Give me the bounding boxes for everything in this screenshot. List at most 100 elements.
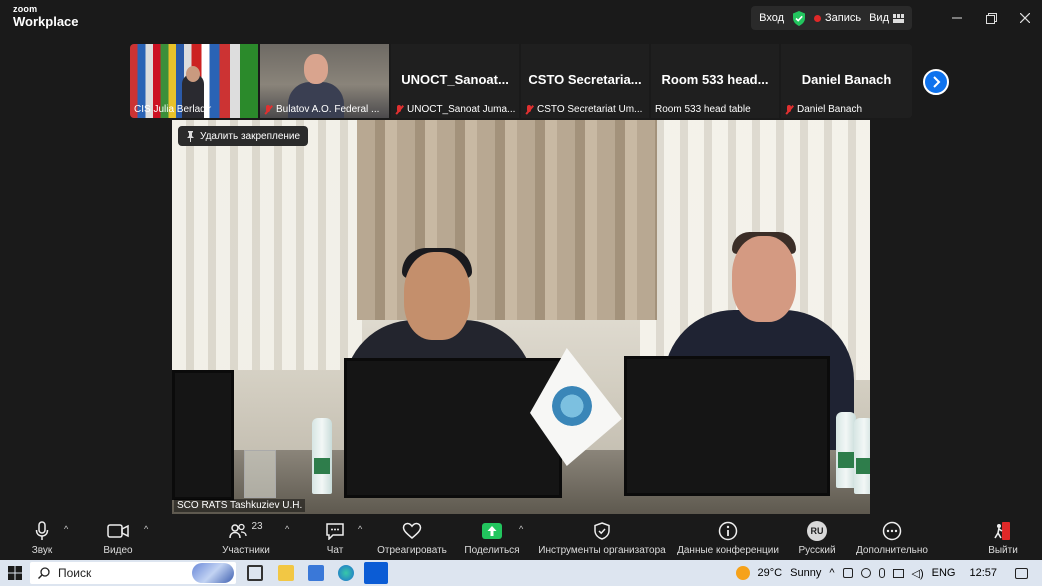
signin-button[interactable]: Вход <box>759 12 784 24</box>
record-dot-icon <box>814 14 821 22</box>
tray-volume-icon[interactable]: ◁) <box>912 567 924 580</box>
close-button[interactable] <box>1008 0 1042 36</box>
mic-muted-icon <box>395 104 404 115</box>
view-label: Вид <box>869 12 889 24</box>
tray-network-icon[interactable] <box>860 568 871 578</box>
tray-camera-icon[interactable] <box>842 568 853 578</box>
close-icon <box>1020 13 1030 23</box>
temperature[interactable]: 29°C <box>758 567 783 579</box>
minimize-button[interactable] <box>940 0 974 36</box>
more-icon <box>882 521 902 541</box>
notifications-icon[interactable] <box>1015 567 1028 579</box>
share-options-caret-icon[interactable]: ^ <box>519 524 523 534</box>
react-button[interactable]: Отреагировать <box>367 520 457 556</box>
title-bar: zoom Workplace Вход Запись Вид <box>0 0 1042 36</box>
zoom-taskbar-icon[interactable] <box>364 562 388 584</box>
participants-options-caret-icon[interactable]: ^ <box>285 524 289 534</box>
chat-label: Чат <box>326 545 344 556</box>
view-button[interactable]: Вид <box>869 12 904 24</box>
participants-button[interactable]: 23 Участники <box>201 520 291 557</box>
unpin-button[interactable]: Удалить закрепление <box>178 126 309 146</box>
participant-face <box>186 66 200 82</box>
restore-button[interactable] <box>974 0 1008 36</box>
record-indicator[interactable]: Запись <box>814 12 861 24</box>
weather-text[interactable]: Sunny <box>790 567 821 579</box>
participant-tile[interactable]: Daniel Banach Daniel Banach <box>781 44 912 118</box>
participant-tile[interactable]: CSTO Secretaria... CSTO Secretariat Um..… <box>521 44 651 118</box>
participant-face <box>304 54 328 84</box>
participant-tile[interactable]: Bulatov A.O. Federal ... <box>260 44 391 118</box>
search-highlight-image <box>192 563 234 583</box>
search-placeholder: Поиск <box>58 566 92 580</box>
participant-caption: UNOCT_Sanoat Juma... <box>395 104 515 115</box>
attendee-face <box>732 236 796 322</box>
participant-name: Daniel Banach <box>797 104 863 115</box>
heart-icon <box>402 522 422 539</box>
windows-start-icon[interactable] <box>8 566 22 580</box>
meeting-info-button[interactable]: Данные конференции <box>673 520 783 556</box>
participants-count: 23 <box>251 520 263 532</box>
task-view-icon[interactable] <box>247 565 263 581</box>
leave-label: Выйти <box>988 545 1018 556</box>
info-icon <box>718 521 738 541</box>
participant-display-name: UNOCT_Sanoat... <box>401 72 509 87</box>
tray-mic-icon[interactable] <box>878 568 885 578</box>
language-badge: RU <box>807 521 827 541</box>
participant-tile[interactable]: CIS Julia Berladir <box>130 44 260 118</box>
video-options-caret-icon[interactable]: ^ <box>144 524 148 534</box>
participant-caption: Bulatov A.O. Federal ... <box>264 104 379 115</box>
sco-emblem <box>552 386 592 426</box>
language-label: Русский <box>798 545 836 556</box>
curtain-left <box>172 120 362 370</box>
meeting-toolbar: Звук ^ Видео ^ 23 Участники ^ Чат ^ Отре… <box>0 516 1042 560</box>
more-label: Дополнительно <box>856 545 928 556</box>
share-label: Поделиться <box>464 545 520 556</box>
search-icon <box>38 567 50 579</box>
participant-name: Bulatov A.O. Federal ... <box>276 104 380 115</box>
participants-label: Участники <box>222 545 270 556</box>
participant-display-name: Room 533 head... <box>661 72 769 87</box>
tray-chevron-icon[interactable]: ^ <box>829 567 834 579</box>
water-bottle <box>312 418 332 494</box>
meeting-info-label: Данные конференции <box>677 545 779 556</box>
file-explorer-icon[interactable] <box>278 565 294 581</box>
video-label: Видео <box>103 545 133 556</box>
record-label: Запись <box>825 12 862 24</box>
participant-name: CIS Julia Berladir <box>134 104 212 115</box>
audio-options-caret-icon[interactable]: ^ <box>64 524 68 534</box>
tray-clock[interactable]: 12:57 <box>969 567 997 579</box>
store-icon[interactable] <box>308 565 324 581</box>
react-label: Отреагировать <box>377 545 447 556</box>
mic-muted-icon <box>525 104 534 115</box>
grid-view-icon <box>893 13 904 23</box>
video-button[interactable]: Видео <box>73 520 163 556</box>
speaker-face <box>404 252 470 340</box>
video-camera-icon <box>107 524 129 538</box>
leave-button[interactable]: Выйти <box>973 520 1033 556</box>
chat-icon <box>326 523 344 540</box>
shield-check-icon[interactable] <box>792 10 806 26</box>
participant-caption: CSTO Secretariat Um... <box>525 104 642 115</box>
gallery-next-button[interactable] <box>923 69 949 95</box>
chat-options-caret-icon[interactable]: ^ <box>358 524 362 534</box>
more-button[interactable]: Дополнительно <box>847 520 937 556</box>
participant-name: CSTO Secretariat Um... <box>537 104 643 115</box>
participant-tile[interactable]: UNOCT_Sanoat... UNOCT_Sanoat Juma... <box>391 44 521 118</box>
share-button[interactable]: Поделиться <box>447 520 537 556</box>
minimize-icon <box>952 17 962 19</box>
participant-tile[interactable]: Room 533 head... Room 533 head table <box>651 44 781 118</box>
main-video[interactable]: SCO RATS Tashkuziev U.H. <box>172 120 870 514</box>
participant-display-name: Daniel Banach <box>801 72 892 87</box>
tray-language[interactable]: ENG <box>932 567 956 579</box>
tray-display-icon[interactable] <box>892 568 904 578</box>
water-bottle <box>836 412 856 488</box>
host-tools-label: Инструменты организатора <box>538 545 666 556</box>
windows-taskbar: Поиск 29°C Sunny ^ ◁) ENG 12:57 <box>0 560 1042 586</box>
chevron-right-icon <box>933 76 941 88</box>
system-tray: 29°C Sunny ^ ◁) ENG 12:57 <box>735 560 1042 586</box>
pin-icon <box>187 130 194 142</box>
participant-name: Room 533 head table <box>655 104 751 115</box>
host-tools-button[interactable]: Инструменты организатора <box>532 520 672 556</box>
edge-icon[interactable] <box>338 565 354 581</box>
taskbar-search[interactable]: Поиск <box>30 562 236 584</box>
